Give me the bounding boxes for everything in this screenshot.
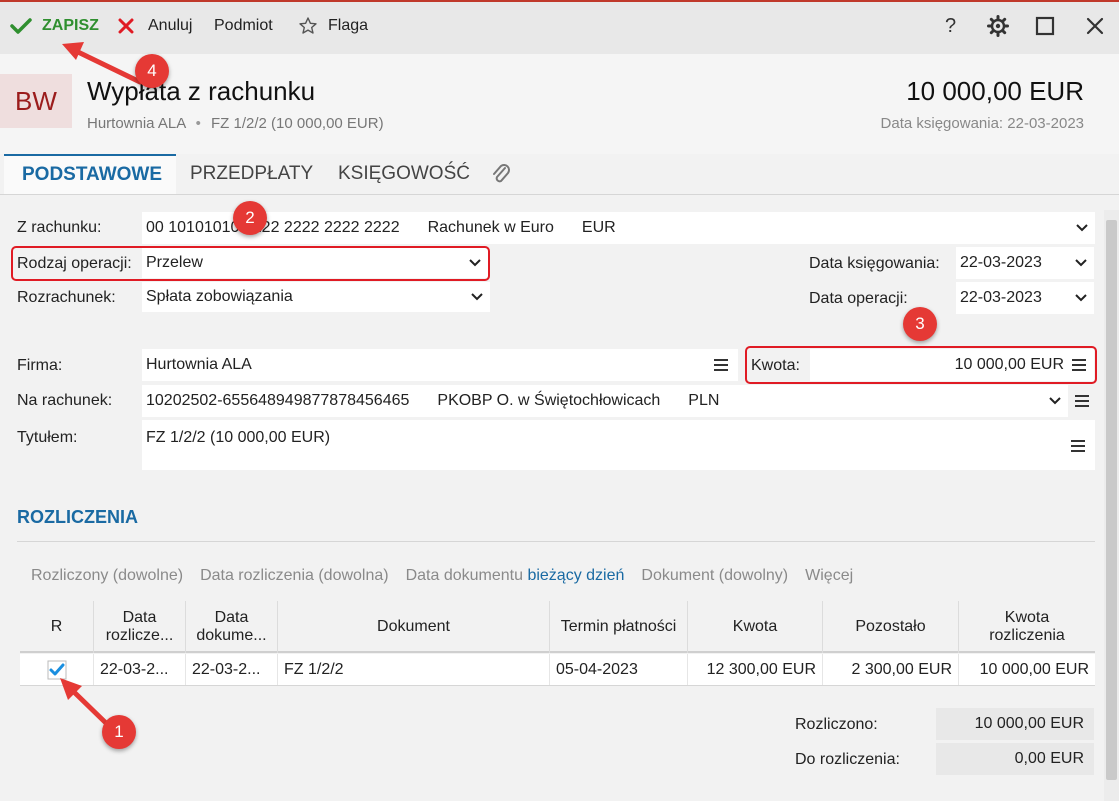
annotation-arrow-4 [75,49,143,85]
annotation-badge-3: 3 [903,307,937,341]
annotation-arrows [60,42,143,728]
annotation-badge-1: 1 [102,715,136,749]
annotation-badge-4: 4 [135,54,169,88]
annotation-arrow-1 [71,689,111,728]
annotation-badge-2: 2 [233,201,267,235]
